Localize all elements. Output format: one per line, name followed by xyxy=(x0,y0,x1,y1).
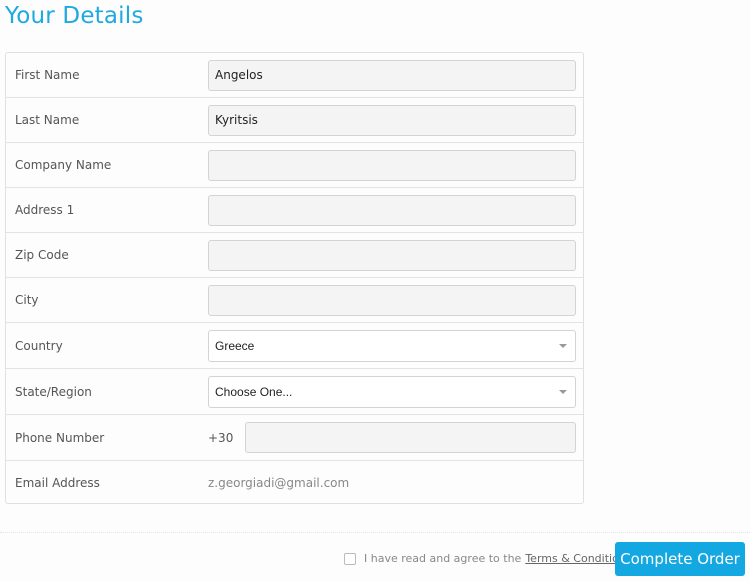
address1-row: Address 1 xyxy=(6,188,583,233)
email-label: Email Address xyxy=(15,476,100,490)
last-name-label: Last Name xyxy=(15,113,80,127)
footer-divider xyxy=(0,532,750,533)
city-row: City xyxy=(6,278,583,323)
address1-input[interactable] xyxy=(208,195,576,226)
first-name-input[interactable]: Angelos xyxy=(208,60,576,91)
company-name-label: Company Name xyxy=(15,158,112,172)
phone-input[interactable] xyxy=(245,422,576,453)
company-name-input[interactable] xyxy=(208,150,576,181)
terms-checkbox[interactable] xyxy=(344,552,356,565)
chevron-down-icon xyxy=(559,390,567,394)
details-form: First Name Angelos Last Name Kyritsis Co… xyxy=(5,52,584,504)
agree-text: I have read and agree to the xyxy=(364,552,522,565)
country-selected-value: Greece xyxy=(215,339,255,353)
state-selected-value: Choose One... xyxy=(215,385,293,399)
page-title: Your Details xyxy=(5,3,144,29)
chevron-down-icon xyxy=(559,344,567,348)
terms-agreement: I have read and agree to the Terms & Con… xyxy=(344,552,632,565)
company-name-row: Company Name xyxy=(6,143,583,188)
country-select[interactable]: Greece xyxy=(208,330,576,362)
address1-label: Address 1 xyxy=(15,203,75,217)
email-value: z.georgiadi@gmail.com xyxy=(208,476,350,490)
state-label: State/Region xyxy=(15,385,92,399)
city-input[interactable] xyxy=(208,285,576,316)
complete-order-button[interactable]: Complete Order xyxy=(615,542,745,576)
email-row: Email Address z.georgiadi@gmail.com xyxy=(6,461,583,506)
phone-row: Phone Number +30 xyxy=(6,415,583,461)
last-name-input[interactable]: Kyritsis xyxy=(208,105,576,136)
zip-code-row: Zip Code xyxy=(6,233,583,278)
city-label: City xyxy=(15,293,39,307)
state-select[interactable]: Choose One... xyxy=(208,376,576,408)
zip-code-input[interactable] xyxy=(208,240,576,271)
first-name-label: First Name xyxy=(15,68,80,82)
first-name-row: First Name Angelos xyxy=(6,53,583,98)
zip-code-label: Zip Code xyxy=(15,248,69,262)
country-label: Country xyxy=(15,339,63,353)
country-row: Country Greece xyxy=(6,323,583,369)
phone-label: Phone Number xyxy=(15,431,105,445)
phone-prefix: +30 xyxy=(208,431,234,445)
state-row: State/Region Choose One... xyxy=(6,369,583,415)
last-name-row: Last Name Kyritsis xyxy=(6,98,583,143)
